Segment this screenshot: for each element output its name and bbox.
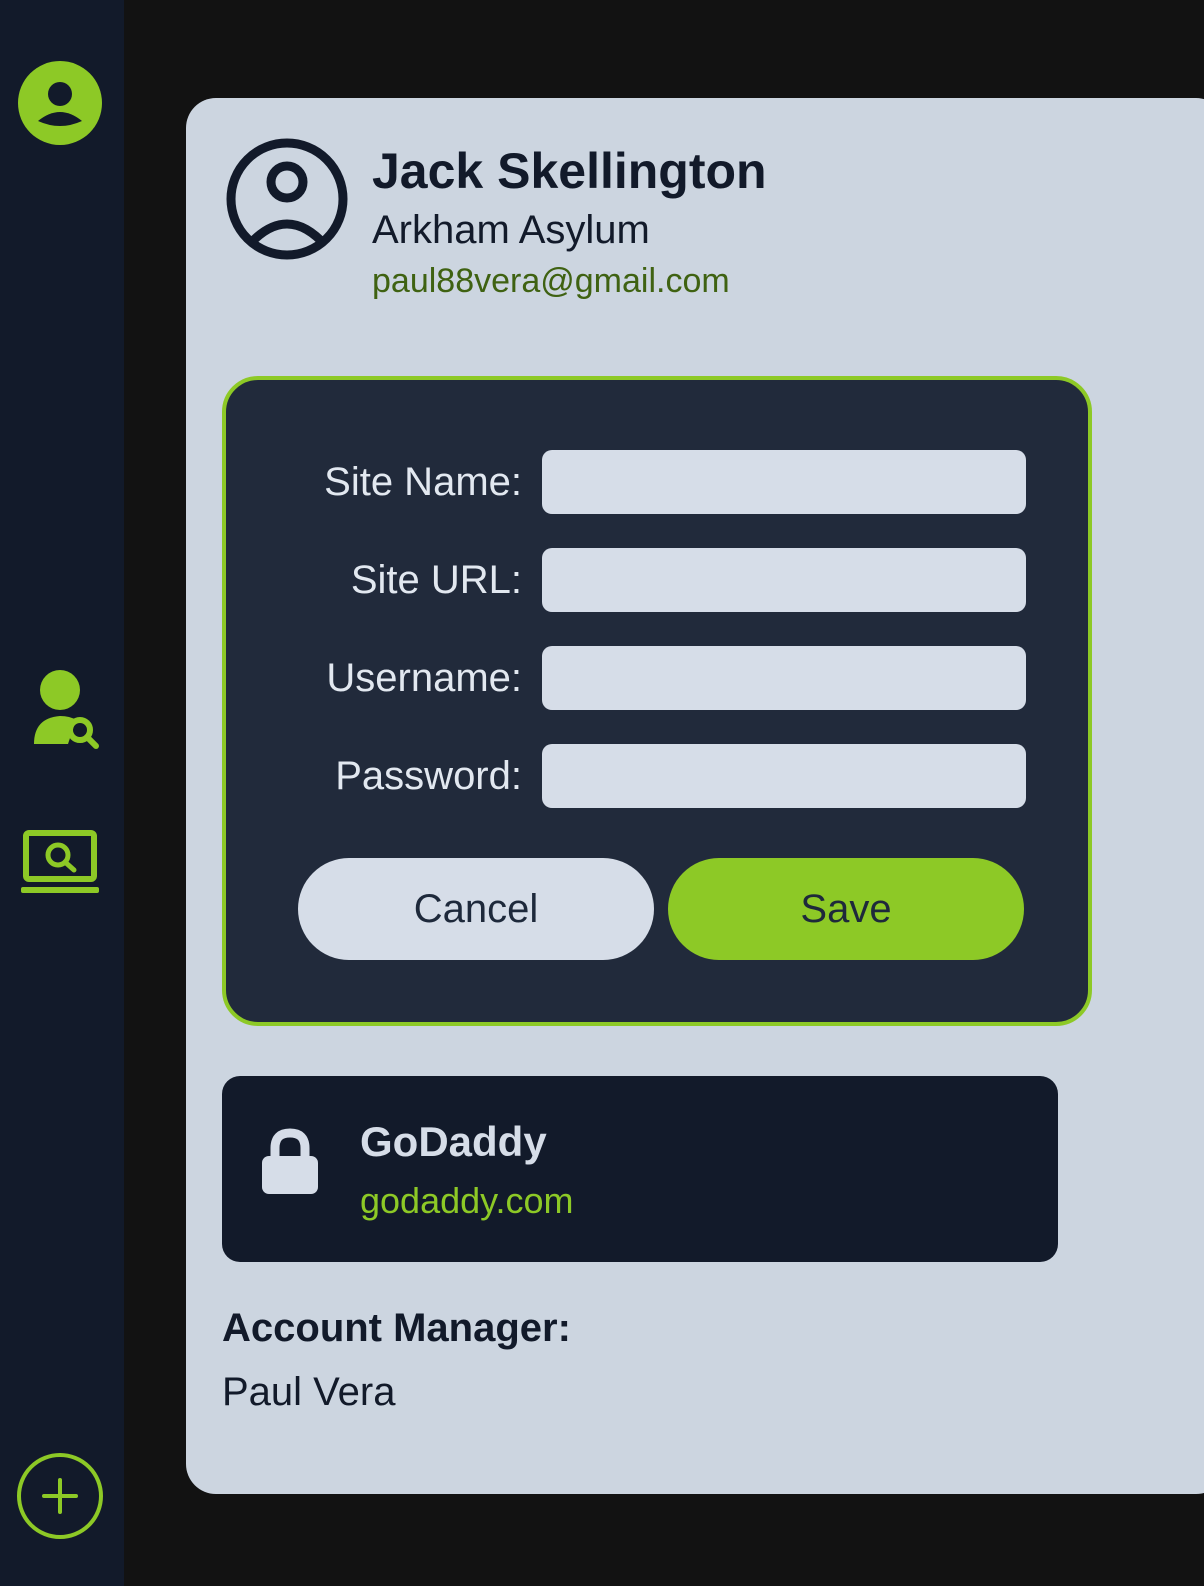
site-name-label: Site Name: bbox=[324, 460, 522, 504]
site-name-input[interactable] bbox=[542, 450, 1026, 514]
user-email: paul88vera@gmail.com bbox=[372, 262, 730, 300]
site-url-label: Site URL: bbox=[350, 558, 522, 602]
user-name: Jack Skellington bbox=[372, 143, 767, 199]
save-button[interactable]: Save bbox=[668, 858, 1024, 960]
site-name-row: Site Name: bbox=[226, 450, 1088, 514]
site-entry-url: godaddy.com bbox=[360, 1180, 574, 1221]
password-row: Password: bbox=[226, 744, 1088, 808]
site-url-input[interactable] bbox=[542, 548, 1026, 612]
add-circle-icon[interactable] bbox=[16, 1452, 104, 1540]
site-url-row: Site URL: bbox=[226, 548, 1088, 612]
password-input[interactable] bbox=[542, 744, 1026, 808]
user-circle-icon[interactable] bbox=[18, 61, 102, 145]
username-row: Username: bbox=[226, 646, 1088, 710]
laptop-search-icon[interactable] bbox=[20, 830, 100, 896]
sidebar bbox=[0, 0, 124, 1586]
user-avatar-icon bbox=[226, 138, 348, 260]
add-site-form: Site Name: Site URL: Username: Password:… bbox=[222, 376, 1092, 1026]
username-input[interactable] bbox=[542, 646, 1026, 710]
cancel-button[interactable]: Cancel bbox=[298, 858, 654, 960]
username-label: Username: bbox=[326, 656, 522, 700]
site-entry-card[interactable]: GoDaddy godaddy.com bbox=[222, 1076, 1058, 1262]
account-manager-value: Paul Vera bbox=[222, 1370, 396, 1414]
user-search-icon[interactable] bbox=[30, 668, 100, 750]
user-organization: Arkham Asylum bbox=[372, 208, 650, 252]
main-panel: Jack Skellington Arkham Asylum paul88ver… bbox=[186, 98, 1204, 1494]
account-manager-label: Account Manager: bbox=[222, 1306, 571, 1350]
password-label: Password: bbox=[335, 754, 522, 798]
lock-icon bbox=[262, 1128, 318, 1194]
site-entry-name: GoDaddy bbox=[360, 1118, 547, 1165]
